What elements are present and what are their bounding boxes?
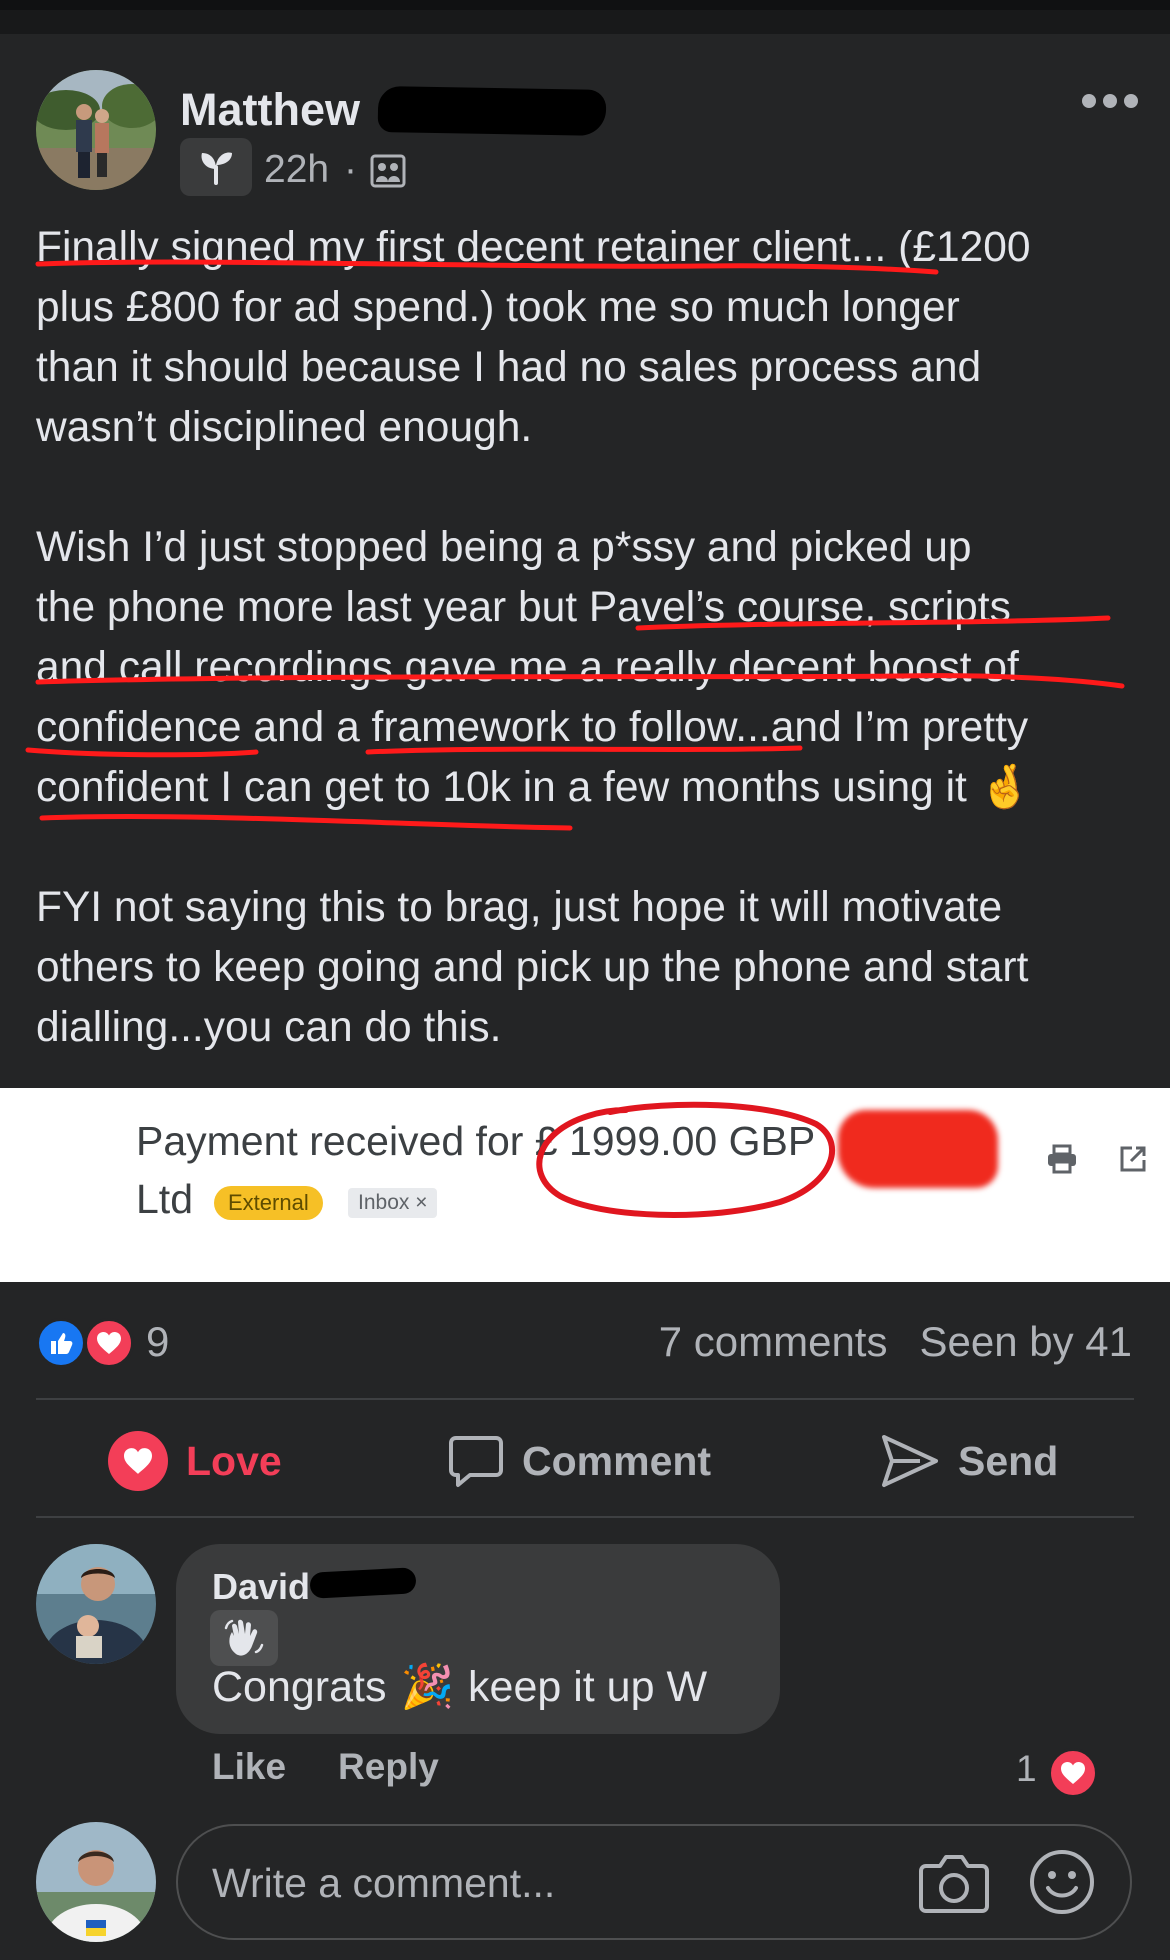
comment-icon [449, 1436, 503, 1487]
amount-circle-annotation [536, 1101, 835, 1218]
group-sprout-icon[interactable] [180, 138, 252, 196]
comment-label: Comment [522, 1437, 712, 1484]
post-line: confident I can get to 10k in a few mont… [36, 764, 1032, 811]
comment-actions: Like Reply [212, 1746, 439, 1788]
emoji-icon[interactable] [1028, 1848, 1096, 1921]
comment-text: Congrats 🎉 keep it up W [212, 1662, 707, 1712]
love-reaction-icon [84, 1318, 134, 1368]
time-separator: · [344, 148, 357, 191]
commenter-avatar[interactable] [36, 1544, 156, 1664]
send-button[interactable]: Send [880, 1428, 1058, 1494]
send-label: Send [958, 1437, 1059, 1484]
comment-button[interactable]: Comment [448, 1428, 711, 1494]
comments-count[interactable]: 7 comments [659, 1318, 888, 1366]
post-line: than it should because I had no sales pr… [36, 344, 982, 391]
comment-bubble[interactable]: David Congrats 🎉 keep it up W [176, 1544, 780, 1734]
comment-input[interactable] [212, 1858, 912, 1908]
external-label: External [214, 1186, 323, 1220]
post-stats: 7 comments Seen by 41 [659, 1318, 1132, 1366]
comment-love-icon[interactable] [1048, 1748, 1098, 1798]
comment-like-button[interactable]: Like [212, 1746, 286, 1788]
post-line: confidence and a framework to follow...a… [36, 704, 1029, 751]
name-redaction [309, 1567, 417, 1599]
post-line: others to keep going and pick up the pho… [36, 944, 1029, 991]
send-icon [882, 1435, 938, 1487]
love-button[interactable]: Love [108, 1428, 282, 1494]
comment-reaction-count[interactable]: 1 [1016, 1748, 1037, 1790]
waving-hand-icon [210, 1610, 278, 1666]
open-new-window-icon [1118, 1144, 1148, 1179]
author-name[interactable]: Matthew [180, 84, 360, 136]
comment-text-after: keep it up W [468, 1662, 708, 1711]
email-screenshot[interactable]: Payment received for £ 1999.00 GBP Ltd E… [0, 1088, 1170, 1282]
post-paragraph-2: Wish I’d just stopped being a p*ssy and … [36, 518, 1146, 818]
company-redaction [838, 1110, 998, 1188]
inbox-label: Inbox × [348, 1188, 438, 1218]
love-label: Love [186, 1437, 282, 1484]
print-icon [1046, 1144, 1078, 1179]
post-line: and call recordings gave me a really dec… [36, 644, 1019, 691]
reaction-count: 9 [146, 1318, 170, 1365]
post-line: the phone more last year but Pavel’s cou… [36, 584, 1011, 631]
post-paragraph-3: FYI not saying this to brag, just hope i… [36, 878, 1146, 1058]
post-time[interactable]: 22h [264, 148, 329, 192]
camera-icon[interactable] [918, 1852, 990, 1919]
post-line: Finally signed my first decent retainer … [36, 224, 1031, 271]
author-avatar[interactable] [36, 70, 156, 190]
divider [36, 1516, 1134, 1518]
comment-reply-button[interactable]: Reply [338, 1746, 439, 1788]
divider [36, 1398, 1134, 1400]
post-line: dialling...you can do this. [36, 1004, 502, 1051]
seen-by-count[interactable]: Seen by 41 [919, 1318, 1132, 1366]
post-line: FYI not saying this to brag, just hope i… [36, 884, 1003, 931]
comment-text-before: Congrats [212, 1662, 387, 1711]
viewer-avatar[interactable] [36, 1822, 156, 1942]
party-popper-emoji: 🎉 [400, 1663, 455, 1711]
more-options-icon[interactable] [1082, 86, 1138, 116]
comment-composer[interactable] [176, 1824, 1132, 1940]
post-line: wasn’t disciplined enough. [36, 404, 533, 451]
post-line: plus £800 for ad spend.) took me so much… [36, 284, 960, 331]
top-strip [0, 0, 1170, 34]
email-company: Ltd [136, 1176, 193, 1222]
love-icon [108, 1431, 168, 1491]
post-line: Wish I’d just stopped being a p*ssy and … [36, 524, 972, 571]
like-reaction-icon [36, 1318, 86, 1368]
name-redaction [377, 86, 607, 136]
commenter-name[interactable]: David [212, 1566, 310, 1608]
group-audience-icon [370, 154, 406, 193]
post-paragraph-1: Finally signed my first decent retainer … [36, 218, 1146, 458]
